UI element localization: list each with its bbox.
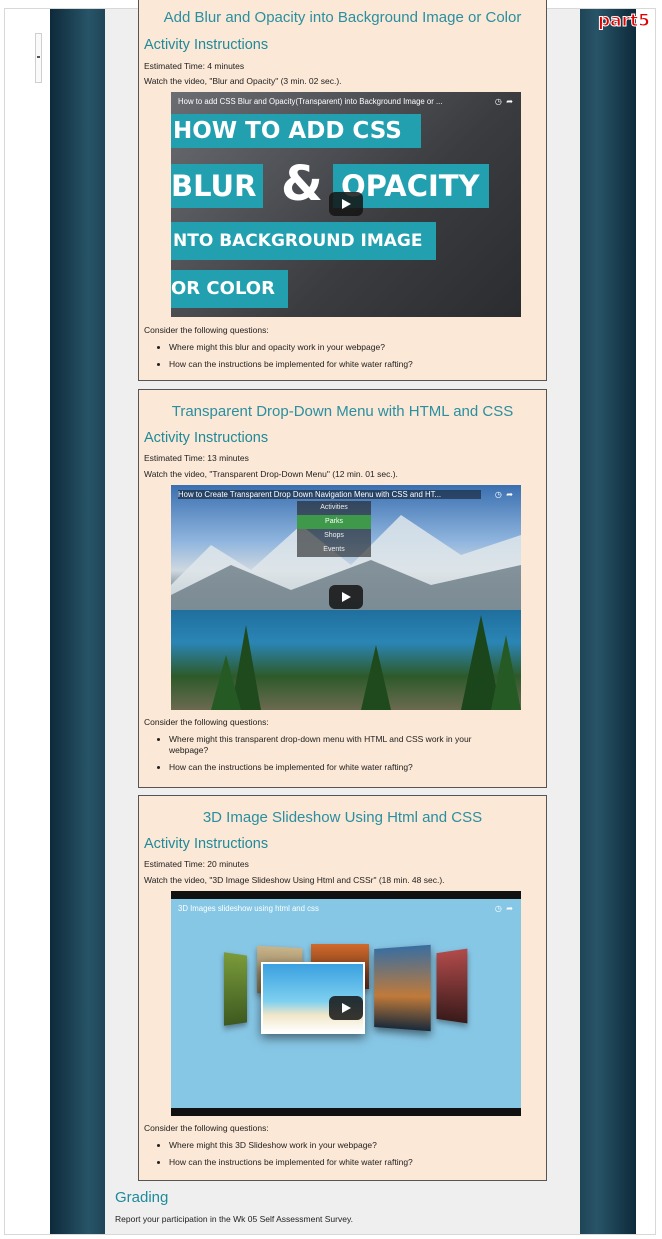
share-icon[interactable]: ➦ bbox=[506, 97, 513, 106]
activity-instructions-heading: Activity Instructions bbox=[144, 37, 269, 53]
estimated-time: Estimated Time: 20 minutes bbox=[144, 859, 249, 869]
watch-instructions: Watch the video, "Blur and Opacity" (3 m… bbox=[144, 76, 342, 86]
activity-card-1: Add Blur and Opacity into Background Ima… bbox=[138, 0, 547, 381]
activity-instructions-heading: Activity Instructions bbox=[144, 836, 269, 852]
thumb-line-1: HOW TO ADD CSS bbox=[171, 114, 421, 148]
question-item: How can the instructions be implemented … bbox=[169, 762, 509, 773]
grading-heading: Grading bbox=[115, 1189, 169, 1206]
watch-instructions: Watch the video, "Transparent Drop-Down … bbox=[144, 469, 398, 479]
activity-card-2: Transparent Drop-Down Menu with HTML and… bbox=[138, 389, 547, 788]
question-list: Where might this blur and opacity work i… bbox=[139, 342, 509, 376]
question-item: Where might this 3D Slideshow work in yo… bbox=[169, 1140, 509, 1151]
clock-icon[interactable]: ◷ bbox=[495, 490, 502, 499]
video-controls: ◷ ➦ bbox=[495, 97, 513, 106]
consider-label: Consider the following questions: bbox=[144, 1123, 269, 1133]
menu-item-parks[interactable]: Parks bbox=[297, 515, 371, 529]
play-icon[interactable] bbox=[329, 585, 363, 609]
video-controls: ◷ ➦ bbox=[495, 490, 513, 499]
menu-item-activities[interactable]: Activities bbox=[297, 501, 371, 515]
video-embed[interactable]: 3D Images slideshow using html and css ◷… bbox=[171, 891, 521, 1116]
dropdown-menu: Activities Parks Shops Events bbox=[297, 501, 371, 557]
right-decor-band bbox=[580, 9, 636, 1234]
left-decor-band bbox=[50, 9, 105, 1234]
question-item: Where might this blur and opacity work i… bbox=[169, 342, 509, 353]
question-item: Where might this transparent drop-down m… bbox=[169, 734, 509, 756]
resize-handle[interactable] bbox=[35, 33, 42, 83]
video-embed[interactable]: Activities Parks Shops Events How to Cre… bbox=[171, 485, 521, 710]
video-title: 3D Images slideshow using html and css bbox=[178, 904, 319, 913]
play-icon[interactable] bbox=[329, 192, 363, 216]
estimated-time: Estimated Time: 13 minutes bbox=[144, 453, 249, 463]
question-item: How can the instructions be implemented … bbox=[169, 1157, 509, 1168]
consider-label: Consider the following questions: bbox=[144, 325, 269, 335]
question-list: Where might this transparent drop-down m… bbox=[139, 734, 509, 779]
thumb-line-5: OR COLOR bbox=[171, 270, 288, 308]
slide-image bbox=[436, 948, 468, 1024]
consider-label: Consider the following questions: bbox=[144, 717, 269, 727]
slide-image bbox=[374, 944, 431, 1032]
clock-icon[interactable]: ◷ bbox=[495, 904, 502, 913]
video-controls: ◷ ➦ bbox=[495, 904, 513, 913]
question-item: How can the instructions be implemented … bbox=[169, 359, 509, 370]
question-list: Where might this 3D Slideshow work in yo… bbox=[139, 1140, 509, 1174]
menu-item-events[interactable]: Events bbox=[297, 543, 371, 557]
thumb-line-4: NTO BACKGROUND IMAGE bbox=[171, 222, 436, 260]
share-icon[interactable]: ➦ bbox=[506, 904, 513, 913]
estimated-time: Estimated Time: 4 minutes bbox=[144, 61, 245, 71]
play-icon[interactable] bbox=[329, 996, 363, 1020]
watch-instructions: Watch the video, "3D Image Slideshow Usi… bbox=[144, 875, 445, 885]
part-badge: part5 bbox=[598, 11, 651, 32]
video-embed[interactable]: HOW TO ADD CSS BLUR & OPACITY NTO BACKGR… bbox=[171, 92, 521, 317]
clock-icon[interactable]: ◷ bbox=[495, 97, 502, 106]
share-icon[interactable]: ➦ bbox=[506, 490, 513, 499]
video-title: How to Create Transparent Drop Down Navi… bbox=[178, 490, 481, 499]
slide-image bbox=[223, 952, 247, 1026]
thumb-line-2: BLUR bbox=[171, 164, 263, 208]
video-title: How to add CSS Blur and Opacity(Transpar… bbox=[178, 97, 443, 106]
menu-item-shops[interactable]: Shops bbox=[297, 529, 371, 543]
grading-text: Report your participation in the Wk 05 S… bbox=[115, 1214, 353, 1224]
activity-instructions-heading: Activity Instructions bbox=[144, 430, 269, 446]
activity-card-3: 3D Image Slideshow Using Html and CSS Ac… bbox=[138, 795, 547, 1181]
thumb-ampersand: & bbox=[281, 156, 323, 212]
card-title: 3D Image Slideshow Using Html and CSS bbox=[202, 809, 483, 826]
card-title: Add Blur and Opacity into Background Ima… bbox=[163, 9, 522, 26]
card-title: Transparent Drop-Down Menu with HTML and… bbox=[171, 403, 514, 420]
